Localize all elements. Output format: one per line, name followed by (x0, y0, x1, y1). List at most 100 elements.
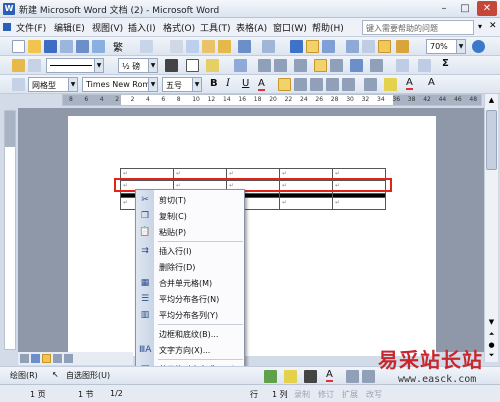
menu-window[interactable]: 窗口(W) (273, 21, 307, 34)
line-color-icon[interactable] (304, 370, 317, 383)
insert-picture-icon[interactable] (264, 370, 277, 383)
dash-style-icon[interactable] (362, 370, 375, 383)
scroll-thumb[interactable] (486, 110, 497, 170)
status-extend[interactable]: 扩展 (342, 389, 358, 400)
context-menu-item[interactable]: ▦ 合并单元格(M) (136, 275, 244, 291)
help-search-input[interactable]: 键入需要帮助的问题 (362, 20, 474, 35)
justify-icon[interactable] (326, 78, 339, 91)
save-icon[interactable] (44, 40, 57, 53)
menu-table[interactable]: 表格(A) (236, 21, 267, 34)
style-select[interactable]: 网格型 ▼ (28, 77, 78, 92)
email-icon[interactable] (76, 40, 89, 53)
horizontal-ruler[interactable]: 8 6 4 2 2 4 6 8 10 12 14 16 18 20 22 24 26 28 30 32 34 36 38 42… (62, 94, 482, 106)
numbering-icon[interactable] (364, 78, 377, 91)
border-color-icon[interactable] (165, 59, 178, 72)
normal-view-icon[interactable] (20, 354, 29, 363)
draw-font-color-icon[interactable]: A (326, 369, 333, 382)
menu-view[interactable]: 视图(V) (92, 21, 123, 34)
split-cells-icon[interactable] (274, 59, 287, 72)
line-style-icon[interactable] (346, 370, 359, 383)
distribute-rows-toolbar-icon[interactable] (314, 59, 327, 72)
reading-view-icon[interactable] (64, 354, 73, 363)
context-menu-item[interactable]: ☰ 平均分布各行(N) (136, 291, 244, 307)
status-track-changes[interactable]: 修订 (318, 389, 334, 400)
context-menu-item[interactable]: ✂ 剪切(T) (136, 192, 244, 208)
font-size-select[interactable]: 五号 ▼ (162, 77, 202, 92)
menu-edit[interactable]: 编辑(E) (54, 21, 85, 34)
sort-ascending-icon[interactable] (396, 59, 409, 72)
print-icon[interactable] (92, 40, 105, 53)
help-dropdown-icon[interactable]: ▾ (478, 22, 482, 31)
next-page-icon[interactable]: ⏷ (486, 351, 497, 361)
character-border-icon[interactable]: A (428, 77, 435, 88)
document-map-icon[interactable] (378, 40, 391, 53)
vertical-scrollbar[interactable]: ▲ ▼ ⏶ ● ⏷ (484, 94, 498, 362)
draw-table-icon[interactable] (12, 59, 25, 72)
insert-table-2-icon[interactable] (234, 59, 247, 72)
text-direction-toolbar-icon[interactable] (370, 59, 383, 72)
browse-object-icon[interactable]: ● (486, 341, 497, 351)
paste-toolbar-icon[interactable] (202, 40, 215, 53)
permission-icon[interactable] (60, 40, 73, 53)
underline-button[interactable]: U (242, 78, 249, 89)
undo-icon[interactable] (238, 40, 251, 53)
shading-color-icon[interactable] (206, 59, 219, 72)
menu-format[interactable]: 格式(O) (163, 21, 195, 34)
document-page[interactable]: ↵↵↵↵↵ ↵↵↵↵↵ ↵↵↵↵↵ (68, 116, 436, 356)
menu-help[interactable]: 帮助(H) (312, 21, 344, 34)
italic-button[interactable]: I (226, 78, 230, 89)
context-menu-item[interactable]: 📋 粘贴(P) (136, 224, 244, 240)
align-left-icon[interactable] (278, 78, 291, 91)
select-objects-icon[interactable]: ↖ (52, 370, 59, 379)
insert-table-icon[interactable] (322, 40, 335, 53)
close-button[interactable]: ✕ (477, 1, 497, 16)
autoformat-icon[interactable] (350, 59, 363, 72)
maximize-button[interactable]: □ (455, 1, 475, 16)
document-area[interactable]: ↵↵↵↵↵ ↵↵↵↵↵ ↵↵↵↵↵ (18, 108, 484, 356)
sort-descending-icon[interactable] (418, 59, 431, 72)
distribute-cols-toolbar-icon[interactable] (330, 59, 343, 72)
traditional-chinese-icon[interactable]: 繁 (113, 39, 123, 54)
fill-color-icon[interactable] (284, 370, 297, 383)
table-cell[interactable]: ↵ (279, 196, 333, 211)
status-record[interactable]: 录制 (294, 389, 310, 400)
hyperlink-icon[interactable] (290, 40, 303, 53)
menu-tools[interactable]: 工具(T) (200, 21, 231, 34)
borders-icon[interactable] (186, 59, 199, 72)
context-menu-item[interactable]: ⅢA 文字方向(X)... (136, 342, 244, 358)
copy-toolbar-icon[interactable] (186, 40, 199, 53)
menu-insert[interactable]: 插入(I) (128, 21, 156, 34)
scroll-down-icon[interactable]: ▼ (486, 318, 497, 328)
spelling-icon[interactable] (140, 40, 153, 53)
align-right-icon[interactable] (310, 78, 323, 91)
eraser-icon[interactable] (28, 59, 41, 72)
table-cell[interactable]: ↵ (332, 196, 386, 211)
cut-toolbar-icon[interactable] (170, 40, 183, 53)
zoom-select[interactable]: 70% ▼ (426, 39, 466, 54)
merge-cells-toolbar-icon[interactable] (258, 59, 271, 72)
scroll-up-icon[interactable]: ▲ (486, 96, 497, 106)
columns-icon[interactable] (346, 40, 359, 53)
bold-button[interactable]: B (210, 78, 218, 89)
open-icon[interactable] (28, 40, 41, 53)
align-icon[interactable] (294, 59, 307, 72)
styles-pane-icon[interactable] (12, 78, 25, 91)
align-center-icon[interactable] (294, 78, 307, 91)
outline-view-icon[interactable] (53, 354, 62, 363)
tables-borders-icon[interactable] (306, 40, 319, 53)
help-icon[interactable] (472, 40, 485, 53)
context-menu-item[interactable]: ❐ 复制(C) (136, 208, 244, 224)
highlight-icon[interactable] (384, 78, 397, 91)
new-icon[interactable] (12, 40, 25, 53)
minimize-button[interactable]: – (434, 1, 454, 16)
context-menu-item[interactable]: ▥ 平均分布各列(Y) (136, 307, 244, 323)
autosum-icon[interactable]: Σ (442, 58, 449, 69)
draw-menu-button[interactable]: 绘图(R) (10, 370, 38, 381)
format-painter-icon[interactable] (218, 40, 231, 53)
font-color-icon[interactable]: A (406, 77, 413, 90)
print-view-icon[interactable] (42, 354, 51, 363)
distributed-icon[interactable] (342, 78, 355, 91)
line-weight-select[interactable]: ½ 磅 ▼ (118, 58, 158, 73)
context-menu-item[interactable]: ⇉ 插入行(I) (136, 243, 244, 259)
vertical-ruler[interactable] (4, 110, 16, 350)
